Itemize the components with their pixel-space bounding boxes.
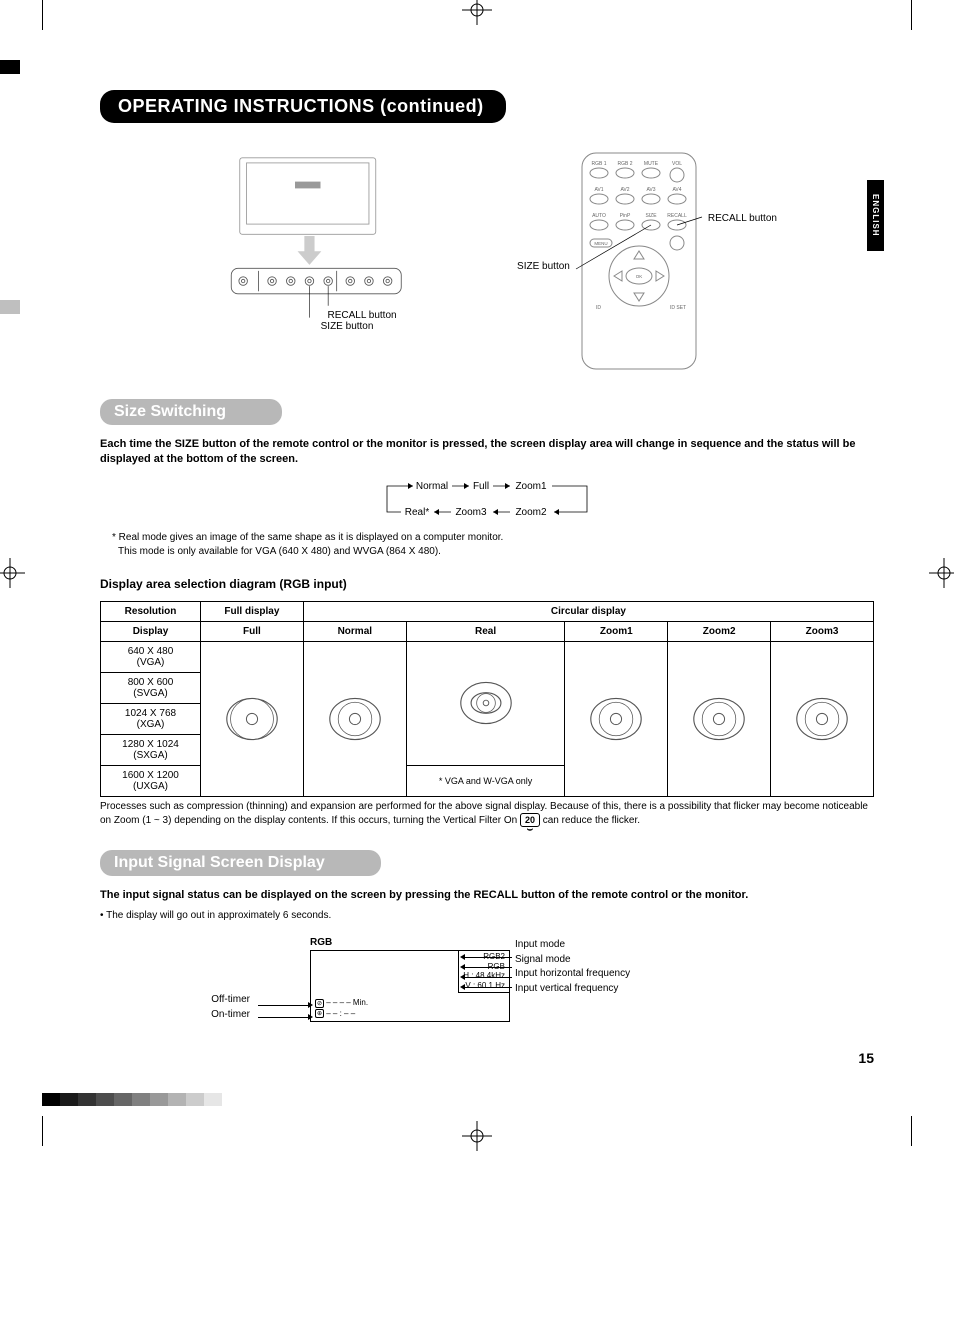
real-mode-footnote: * Real mode gives an image of the same s… — [100, 531, 874, 559]
svg-text:MENU: MENU — [594, 241, 607, 246]
svg-text:Zoom3: Zoom3 — [455, 507, 487, 518]
remote-diagram: SIZE button RGB 1 RGB 2 MUTE VOL AV1 AV2… — [517, 151, 777, 371]
display-shape-icon — [668, 641, 771, 796]
registration-mark-icon — [462, 1121, 492, 1151]
svg-text:Zoom2: Zoom2 — [515, 507, 547, 518]
color-calibration-bar — [42, 1093, 222, 1106]
svg-text:AV4: AV4 — [672, 187, 681, 193]
display-shape-icon — [201, 641, 304, 796]
svg-text:ID SET: ID SET — [670, 305, 686, 311]
svg-text:RECALL: RECALL — [667, 213, 687, 219]
input-signal-intro: The input signal status can be displayed… — [100, 888, 874, 903]
rgb-osd-diagram: RGB RGB2 RGB H : 48.4kHz V : 60.1 Hz ⊘ –… — [230, 937, 670, 1022]
registration-mark-icon — [929, 558, 954, 588]
crop-mark — [42, 0, 43, 30]
section-heading-input-signal: Input Signal Screen Display — [100, 850, 381, 876]
svg-text:PinP: PinP — [620, 213, 631, 219]
svg-text:Zoom1: Zoom1 — [515, 481, 547, 492]
crop-mark — [911, 1116, 912, 1146]
table-footnote: Processes such as compression (thinning)… — [100, 800, 874, 828]
svg-text:Full: Full — [473, 481, 489, 492]
side-marker — [0, 300, 20, 314]
svg-text:ID: ID — [596, 305, 601, 311]
svg-text:SIZE: SIZE — [645, 213, 657, 219]
crop-mark — [42, 1116, 43, 1146]
monitor-diagram: RECALL button SIZE button — [197, 151, 427, 332]
registration-mark-icon — [0, 558, 25, 588]
on-timer-icon: ⊕ — [315, 1009, 324, 1018]
language-tab: ENGLISH — [867, 180, 884, 251]
crop-mark — [911, 0, 912, 30]
svg-text:AV3: AV3 — [646, 187, 655, 193]
svg-text:RGB 1: RGB 1 — [591, 161, 606, 167]
svg-text:VOL: VOL — [672, 161, 682, 167]
display-shape-icon — [565, 641, 668, 796]
display-area-subhead: Display area selection diagram (RGB inpu… — [100, 577, 874, 591]
display-shape-icon — [771, 641, 874, 796]
size-button-label: SIZE button — [267, 321, 427, 332]
display-area-table: Resolution Full display Circular display… — [100, 601, 874, 797]
input-signal-bullet: • The display will go out in approximate… — [100, 909, 874, 923]
svg-text:RGB 2: RGB 2 — [617, 161, 632, 167]
svg-text:MUTE: MUTE — [644, 161, 659, 167]
off-timer-icon: ⊘ — [315, 999, 324, 1008]
size-button-label: SIZE button — [517, 261, 570, 272]
svg-text:Real*: Real* — [405, 507, 430, 518]
svg-text:AV1: AV1 — [594, 187, 603, 193]
svg-text:OK: OK — [636, 274, 643, 279]
side-marker — [0, 60, 20, 74]
recall-button-label: RECALL button — [708, 213, 777, 224]
svg-text:AUTO: AUTO — [592, 213, 606, 219]
page-reference-icon: 20 — [520, 813, 540, 827]
display-shape-icon — [303, 641, 406, 796]
size-switching-intro: Each time the SIZE button of the remote … — [100, 437, 874, 468]
registration-mark-icon — [462, 0, 492, 25]
table-row: 640 X 480(VGA) — [101, 641, 874, 672]
section-heading-size-switching: Size Switching — [100, 399, 282, 425]
display-shape-icon — [406, 641, 565, 765]
size-flow-diagram: Normal Full Zoom1 Zoom2 Zoom3 Real* — [377, 478, 597, 523]
page-title: OPERATING INSTRUCTIONS (continued) — [100, 90, 506, 123]
svg-text:Normal: Normal — [416, 481, 448, 492]
page-number: 15 — [100, 1050, 874, 1066]
svg-text:AV2: AV2 — [620, 187, 629, 193]
